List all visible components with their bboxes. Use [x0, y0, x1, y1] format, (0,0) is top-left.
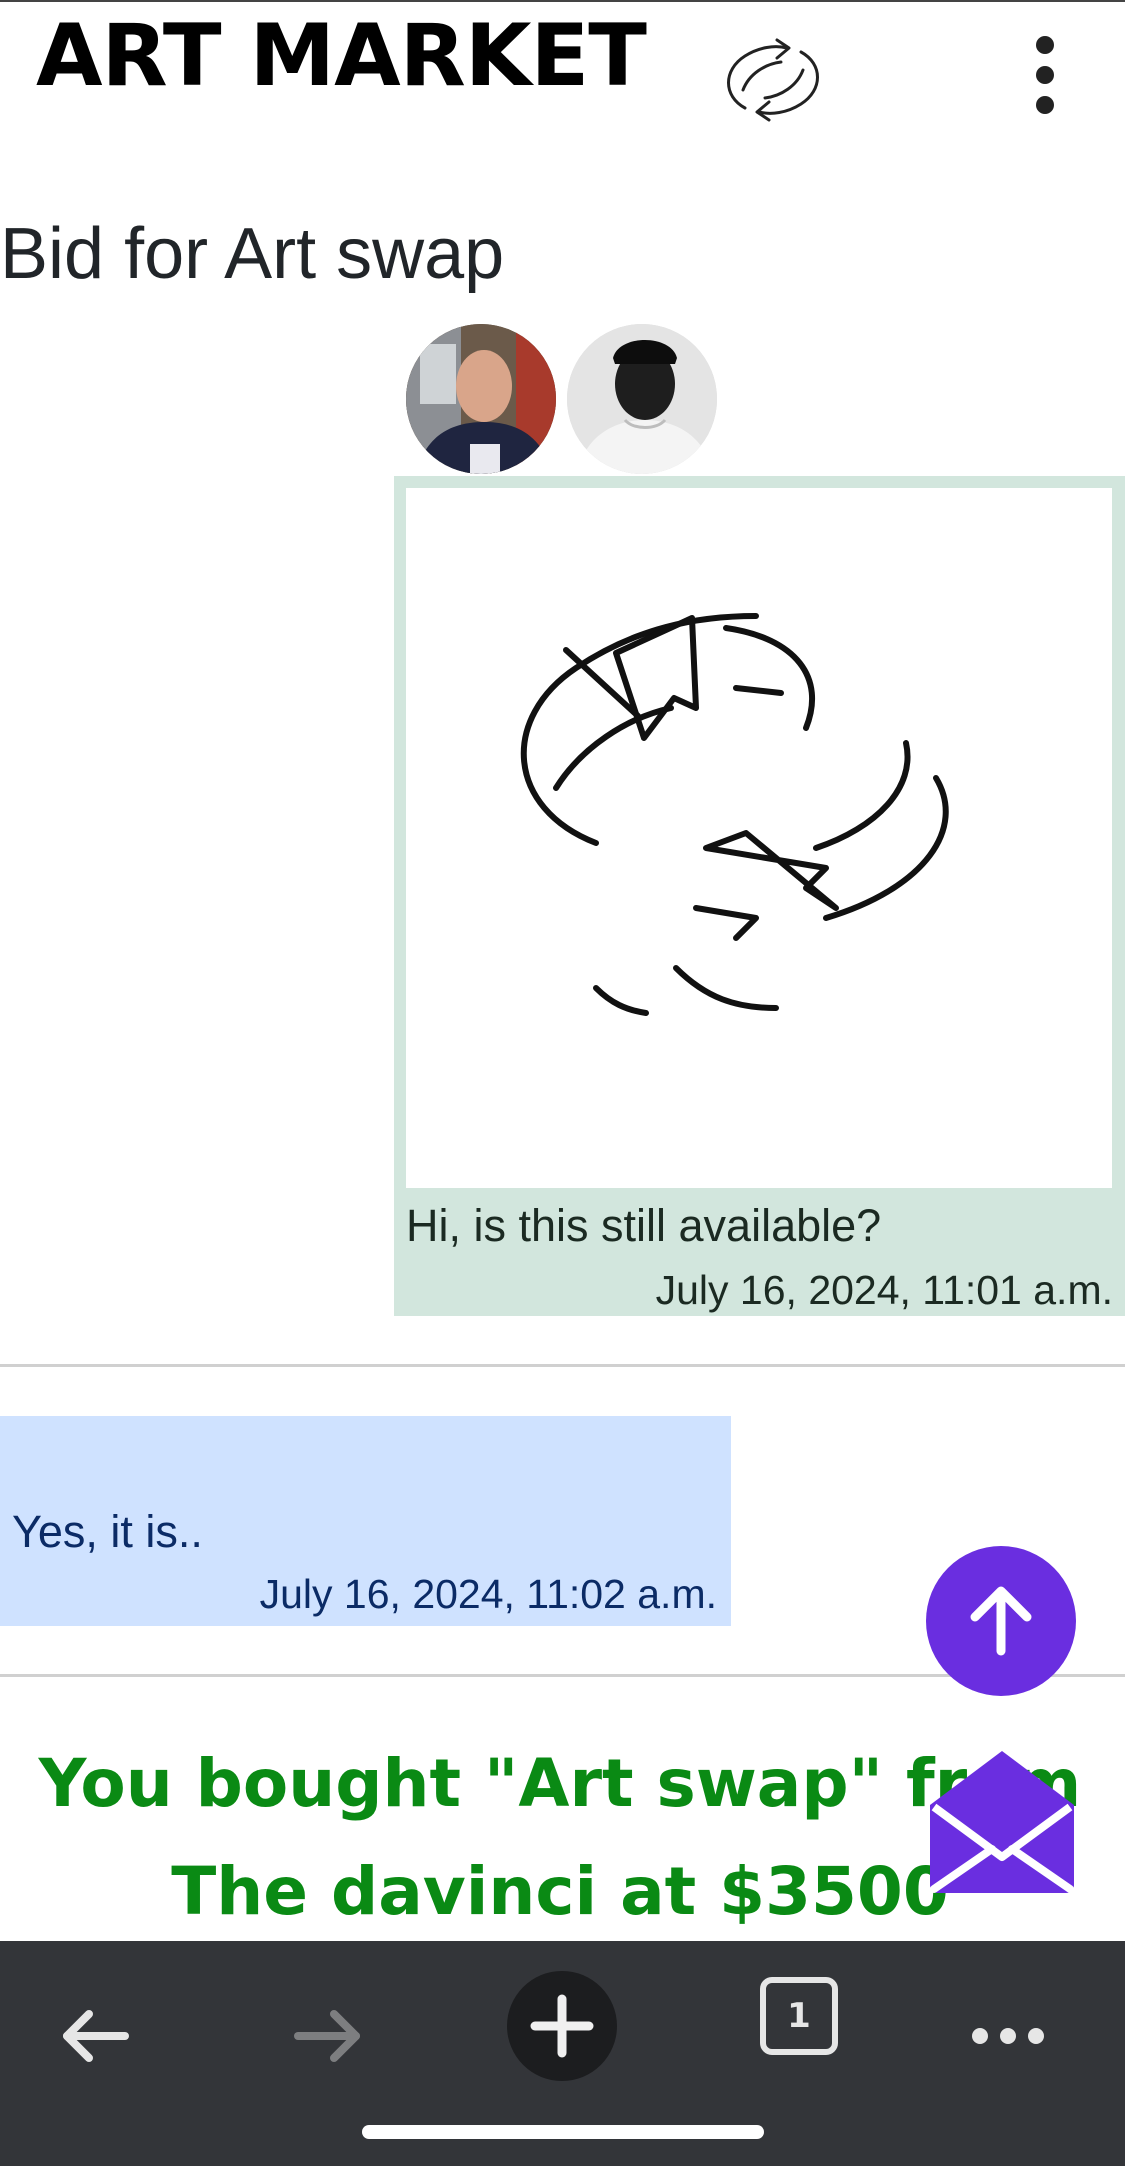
more-vertical-icon[interactable] [1020, 30, 1070, 120]
message-timestamp: July 16, 2024, 11:01 a.m. [655, 1267, 1113, 1313]
messages-button[interactable] [926, 1745, 1078, 1895]
plus-icon [530, 1994, 594, 2058]
browser-toolbar: 1 [0, 1941, 1125, 2166]
back-button[interactable] [40, 1981, 150, 2091]
top-border [0, 0, 1125, 2]
new-tab-button[interactable] [507, 1971, 617, 2081]
arrow-up-icon [970, 1586, 1032, 1656]
tab-switcher-button[interactable]: 1 [760, 1977, 838, 2055]
site-brand[interactable]: ART MARKET [36, 4, 647, 108]
envelope-open-icon [930, 1751, 1074, 1893]
scroll-top-button[interactable] [926, 1546, 1076, 1696]
message-timestamp: July 16, 2024, 11:02 a.m. [259, 1571, 717, 1617]
swap-arrows-icon[interactable] [715, 30, 831, 130]
forward-button[interactable] [273, 1981, 383, 2091]
home-indicator [362, 2125, 764, 2139]
divider [0, 1364, 1125, 1367]
message-text: Hi, is this still available? [406, 1200, 882, 1251]
arrow-right-icon [294, 2010, 360, 2062]
page-title: Bid for Art swap [0, 214, 505, 294]
message-sent: Hi, is this still available? July 16, 20… [394, 476, 1125, 1316]
more-horizontal-icon[interactable] [953, 1981, 1063, 2091]
message-received: Yes, it is.. July 16, 2024, 11:02 a.m. [0, 1416, 731, 1626]
avatar-user-2[interactable] [567, 324, 717, 474]
message-text: Yes, it is.. [12, 1506, 203, 1557]
swap-arrows-icon[interactable] [406, 488, 1112, 1188]
arrow-left-icon [63, 2010, 129, 2062]
avatar-user-1[interactable] [406, 324, 556, 474]
